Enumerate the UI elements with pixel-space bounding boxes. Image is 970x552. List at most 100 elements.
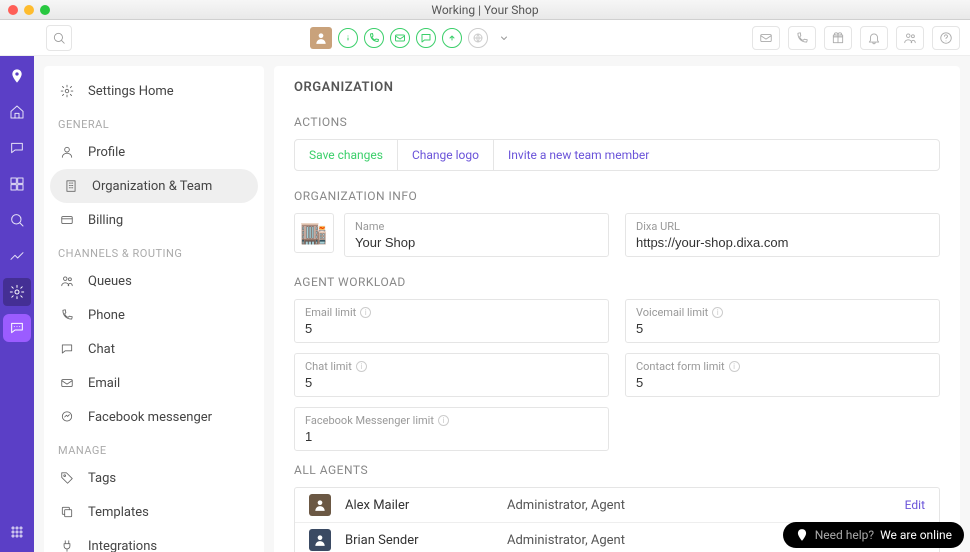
sidebar-item-templates[interactable]: Templates <box>44 495 264 529</box>
sidebar-section-label: CHANNELS & ROUTING <box>44 237 264 264</box>
workload-input[interactable] <box>305 429 598 444</box>
app-shell: Settings Home GENERAL Profile Organization… <box>0 56 970 552</box>
copy-icon <box>58 503 76 521</box>
toolbar-gift-button[interactable] <box>824 26 852 50</box>
sidebar-item-billing[interactable]: Billing <box>44 203 264 237</box>
workload-grid: Email limit i Voicemail limit i Chat limit… <box>294 299 940 451</box>
toolbar-phone-button[interactable] <box>788 26 816 50</box>
envelope-icon <box>759 31 773 45</box>
sidebar-item-tags[interactable]: Tags <box>44 461 264 495</box>
agent-row: Alex MailerAdministrator, AgentEdit <box>295 488 939 523</box>
status-chat-button[interactable] <box>416 28 436 48</box>
maximize-window-button[interactable] <box>40 5 50 15</box>
workload-input[interactable] <box>305 321 598 336</box>
settings-sidebar: Settings Home GENERAL Profile Organization… <box>44 66 264 552</box>
workload-field-voicemail-limit[interactable]: Voicemail limit i <box>625 299 940 343</box>
chat-bubble-icon <box>58 340 76 358</box>
sidebar-home[interactable]: Settings Home <box>44 74 264 108</box>
toolbar-help-button[interactable] <box>932 26 960 50</box>
plug-icon <box>58 537 76 552</box>
info-icon: i <box>360 307 371 318</box>
tag-icon <box>58 469 76 487</box>
rail-analytics[interactable] <box>3 242 31 270</box>
sidebar-item-label: Chat <box>88 342 115 357</box>
sidebar-item-integrations[interactable]: Integrations <box>44 529 264 552</box>
status-email-button[interactable] <box>390 28 410 48</box>
user-icon <box>314 31 328 45</box>
rail-logo[interactable] <box>3 62 31 90</box>
actions-row: Save changesChange logoInvite a new team… <box>294 139 940 171</box>
users-icon <box>903 31 917 45</box>
toolbar-email-button[interactable] <box>752 26 780 50</box>
sidebar-section-label: GENERAL <box>44 108 264 135</box>
dixa-url-input[interactable] <box>636 235 929 250</box>
search-button[interactable] <box>46 25 72 51</box>
help-widget[interactable]: Need help? We are online <box>783 522 964 548</box>
upload-icon <box>446 32 458 44</box>
sidebar-item-facebook-messenger[interactable]: Facebook messenger <box>44 400 264 434</box>
workload-field-contact-form-limit[interactable]: Contact form limit i <box>625 353 940 397</box>
chat-icon <box>9 140 25 156</box>
field-label: Facebook Messenger limit i <box>305 414 598 427</box>
sidebar-item-label: Templates <box>88 505 149 520</box>
action-button-save-changes[interactable]: Save changes <box>295 140 398 170</box>
rail-apps[interactable] <box>3 518 31 546</box>
dixa-url-field[interactable]: Dixa URL <box>625 213 940 257</box>
user-icon <box>58 143 76 161</box>
action-button-change-logo[interactable]: Change logo <box>398 140 494 170</box>
envelope-icon <box>58 374 76 392</box>
phone-icon <box>795 31 809 45</box>
speech-icon <box>9 320 25 336</box>
org-name-label: Name <box>355 220 598 233</box>
info-icon: i <box>729 361 740 372</box>
agent-avatar <box>309 494 331 516</box>
status-globe-button[interactable] <box>468 28 488 48</box>
status-upload-button[interactable] <box>442 28 462 48</box>
workload-input[interactable] <box>636 321 929 336</box>
sidebar-item-organization-team[interactable]: Organization & Team <box>50 169 258 203</box>
sidebar-item-phone[interactable]: Phone <box>44 298 264 332</box>
dixa-url-label: Dixa URL <box>636 220 929 233</box>
workload-input[interactable] <box>305 375 598 390</box>
agent-avatar <box>309 529 331 551</box>
org-name-field[interactable]: Name <box>344 213 609 257</box>
sidebar-item-label: Profile <box>88 145 125 160</box>
rail-messenger[interactable] <box>3 314 31 342</box>
agent-edit-link[interactable]: Edit <box>905 498 925 512</box>
close-window-button[interactable] <box>8 5 18 15</box>
org-name-input[interactable] <box>355 235 598 250</box>
action-button-invite-a-new-team-member[interactable]: Invite a new team member <box>494 140 663 170</box>
sidebar-item-chat[interactable]: Chat <box>44 332 264 366</box>
sidebar-item-queues[interactable]: Queues <box>44 264 264 298</box>
building-icon <box>62 177 80 195</box>
status-dropdown-button[interactable] <box>494 28 514 48</box>
rail-search[interactable] <box>3 206 31 234</box>
workload-field-facebook-messenger-limit[interactable]: Facebook Messenger limit i <box>294 407 609 451</box>
globe-icon <box>472 32 484 44</box>
sidebar-section-label: MANAGE <box>44 434 264 461</box>
org-logo[interactable]: 🏬 <box>294 213 334 253</box>
toolbar-bell-button[interactable] <box>860 26 888 50</box>
sidebar-item-label: Tags <box>88 471 116 486</box>
agent-name: Brian Sender <box>345 533 493 548</box>
sidebar-item-label: Phone <box>88 308 125 323</box>
sidebar-item-email[interactable]: Email <box>44 366 264 400</box>
workload-field-chat-limit[interactable]: Chat limit i <box>294 353 609 397</box>
current-user-avatar[interactable] <box>310 27 332 49</box>
rail-home[interactable] <box>3 98 31 126</box>
rail-conversations[interactable] <box>3 134 31 162</box>
workload-field-email-limit[interactable]: Email limit i <box>294 299 609 343</box>
toolbar-people-button[interactable] <box>896 26 924 50</box>
gear-icon <box>58 82 76 100</box>
top-toolbar <box>0 20 970 56</box>
sidebar-item-label: Queues <box>88 274 132 289</box>
minimize-window-button[interactable] <box>24 5 34 15</box>
sidebar-item-profile[interactable]: Profile <box>44 135 264 169</box>
workload-input[interactable] <box>636 375 929 390</box>
rail-settings[interactable] <box>3 278 31 306</box>
status-phone-button[interactable] <box>364 28 384 48</box>
agents-section-label: ALL AGENTS <box>294 463 940 477</box>
rail-dashboard[interactable] <box>3 170 31 198</box>
info-icon: i <box>438 415 449 426</box>
status-info-button[interactable] <box>338 28 358 48</box>
